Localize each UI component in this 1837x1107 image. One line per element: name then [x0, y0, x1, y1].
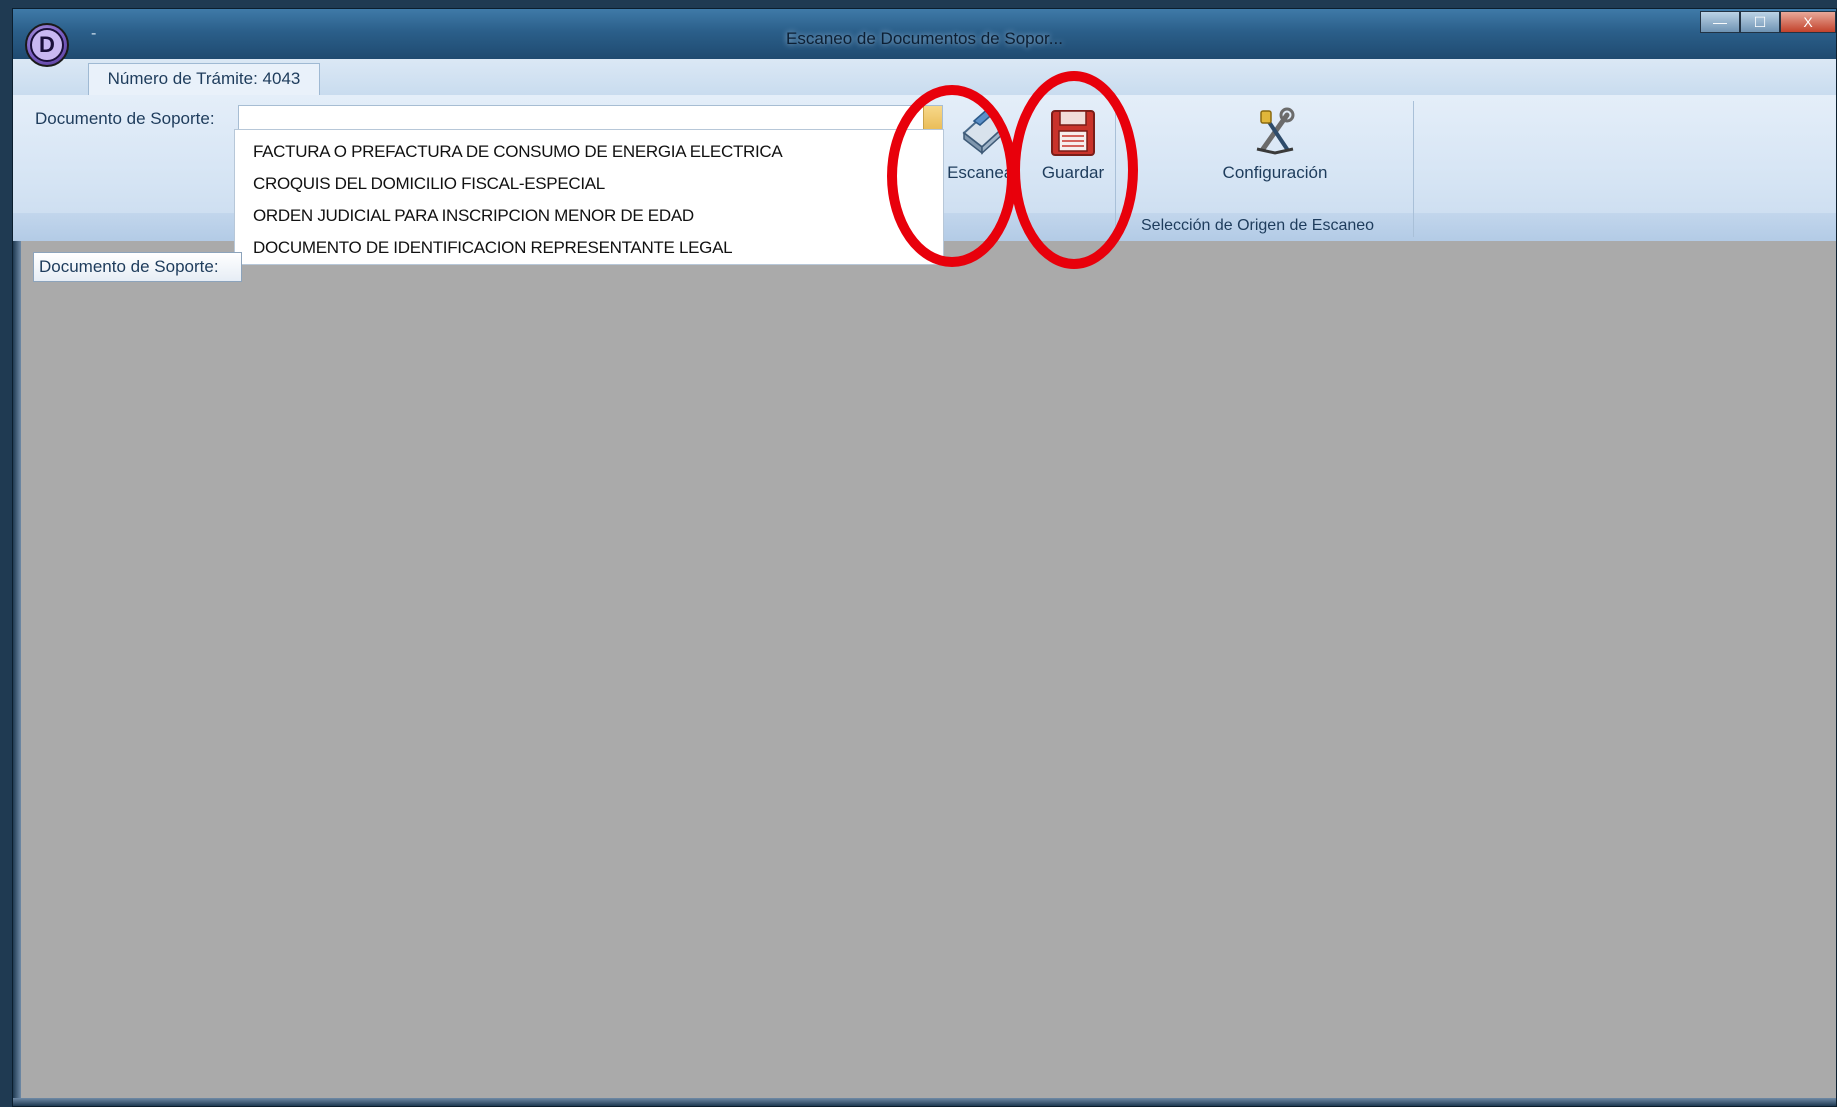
document-support-dropdown-list[interactable]: FACTURA O PREFACTURA DE CONSUMO DE ENERG…	[234, 129, 944, 265]
maximize-button[interactable]: ☐	[1740, 11, 1780, 33]
scan-source-group-label: Selección de Origen de Escaneo	[1141, 217, 1375, 234]
window-bottom-border	[13, 1098, 1836, 1106]
application-menu-button[interactable]: D	[25, 23, 69, 67]
dropdown-option[interactable]: CROQUIS DEL DOMICILIO FISCAL-ESPECIAL	[235, 168, 943, 200]
document-support-tooltip: Documento de Soporte:	[33, 252, 242, 282]
highlight-circle-save	[1010, 71, 1138, 269]
close-button[interactable]: X	[1780, 11, 1836, 33]
configuration-button-label: Configuración	[1222, 163, 1328, 182]
tab-numero-tramite[interactable]: Número de Trámite: 4043	[88, 63, 320, 95]
configuration-button[interactable]: Configuración	[1203, 101, 1347, 183]
window-controls: — ☐ X	[1700, 11, 1836, 35]
group-separator	[1413, 101, 1414, 237]
window-title: Escaneo de Documentos de Sopor...	[786, 29, 1063, 48]
app-logo-icon: D	[30, 28, 64, 62]
document-workspace[interactable]	[21, 241, 1836, 1098]
dropdown-option[interactable]: FACTURA O PREFACTURA DE CONSUMO DE ENERG…	[235, 136, 943, 168]
ribbon-tab-row: Número de Trámite: 4043	[13, 59, 1836, 95]
dropdown-option[interactable]: ORDEN JUDICIAL PARA INSCRIPCION MENOR DE…	[235, 200, 943, 232]
highlight-circle-scan	[887, 85, 1017, 267]
tools-icon	[1203, 101, 1347, 157]
app-window: - Escaneo de Documentos de Sopor... — ☐ …	[12, 8, 1837, 1107]
window-left-border	[13, 241, 21, 1106]
minimize-button[interactable]: —	[1700, 11, 1740, 33]
dropdown-option[interactable]: DOCUMENTO DE IDENTIFICACION REPRESENTANT…	[235, 232, 943, 264]
document-support-label: Documento de Soporte:	[35, 109, 215, 128]
title-bar: - Escaneo de Documentos de Sopor... — ☐ …	[13, 9, 1836, 59]
